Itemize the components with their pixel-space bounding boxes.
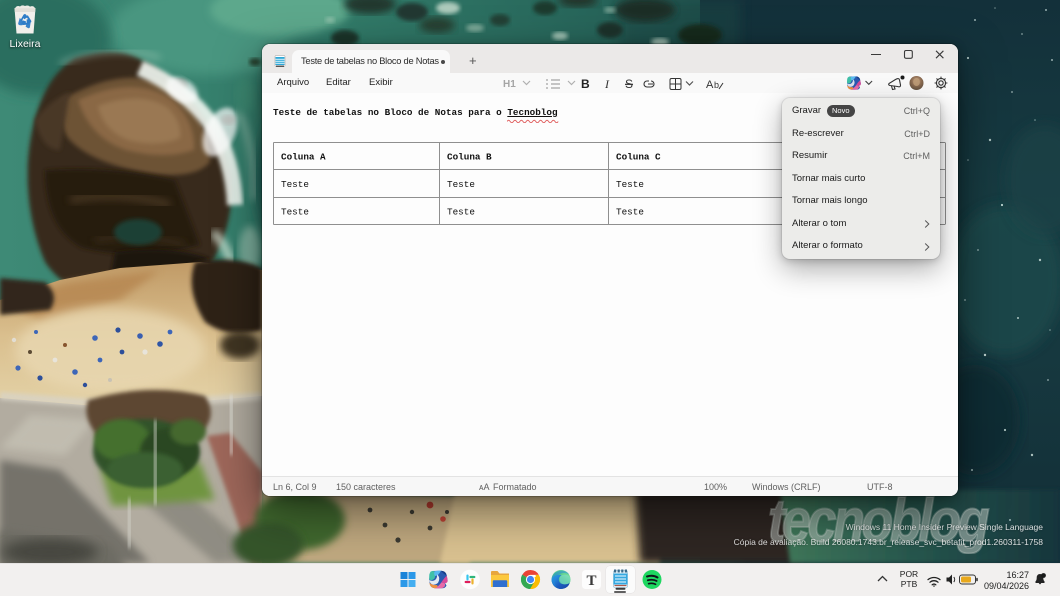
svg-text:Teste: Teste xyxy=(281,179,309,190)
svg-text:H1: H1 xyxy=(503,79,516,90)
svg-text:Teste: Teste xyxy=(281,207,309,218)
svg-text:PTB: PTB xyxy=(901,579,918,589)
svg-text:Coluna B: Coluna B xyxy=(447,152,492,163)
svg-text:B: B xyxy=(581,77,590,91)
svg-text:Coluna A: Coluna A xyxy=(281,152,326,163)
svg-text:16:27: 16:27 xyxy=(1006,570,1029,580)
svg-text:b: b xyxy=(714,80,719,90)
svg-text:Teste: Teste xyxy=(616,179,644,190)
svg-text:Coluna C: Coluna C xyxy=(616,152,661,163)
svg-text:Teste: Teste xyxy=(616,207,644,218)
svg-text:I: I xyxy=(604,77,610,91)
svg-text:09/04/2026: 09/04/2026 xyxy=(984,581,1029,591)
svg-text:A: A xyxy=(706,79,714,91)
svg-text:Teste: Teste xyxy=(447,207,475,218)
svg-text:T: T xyxy=(586,573,596,589)
svg-text:POR: POR xyxy=(900,569,918,579)
svg-text:S: S xyxy=(625,77,633,91)
svg-text:Teste: Teste xyxy=(447,179,475,190)
